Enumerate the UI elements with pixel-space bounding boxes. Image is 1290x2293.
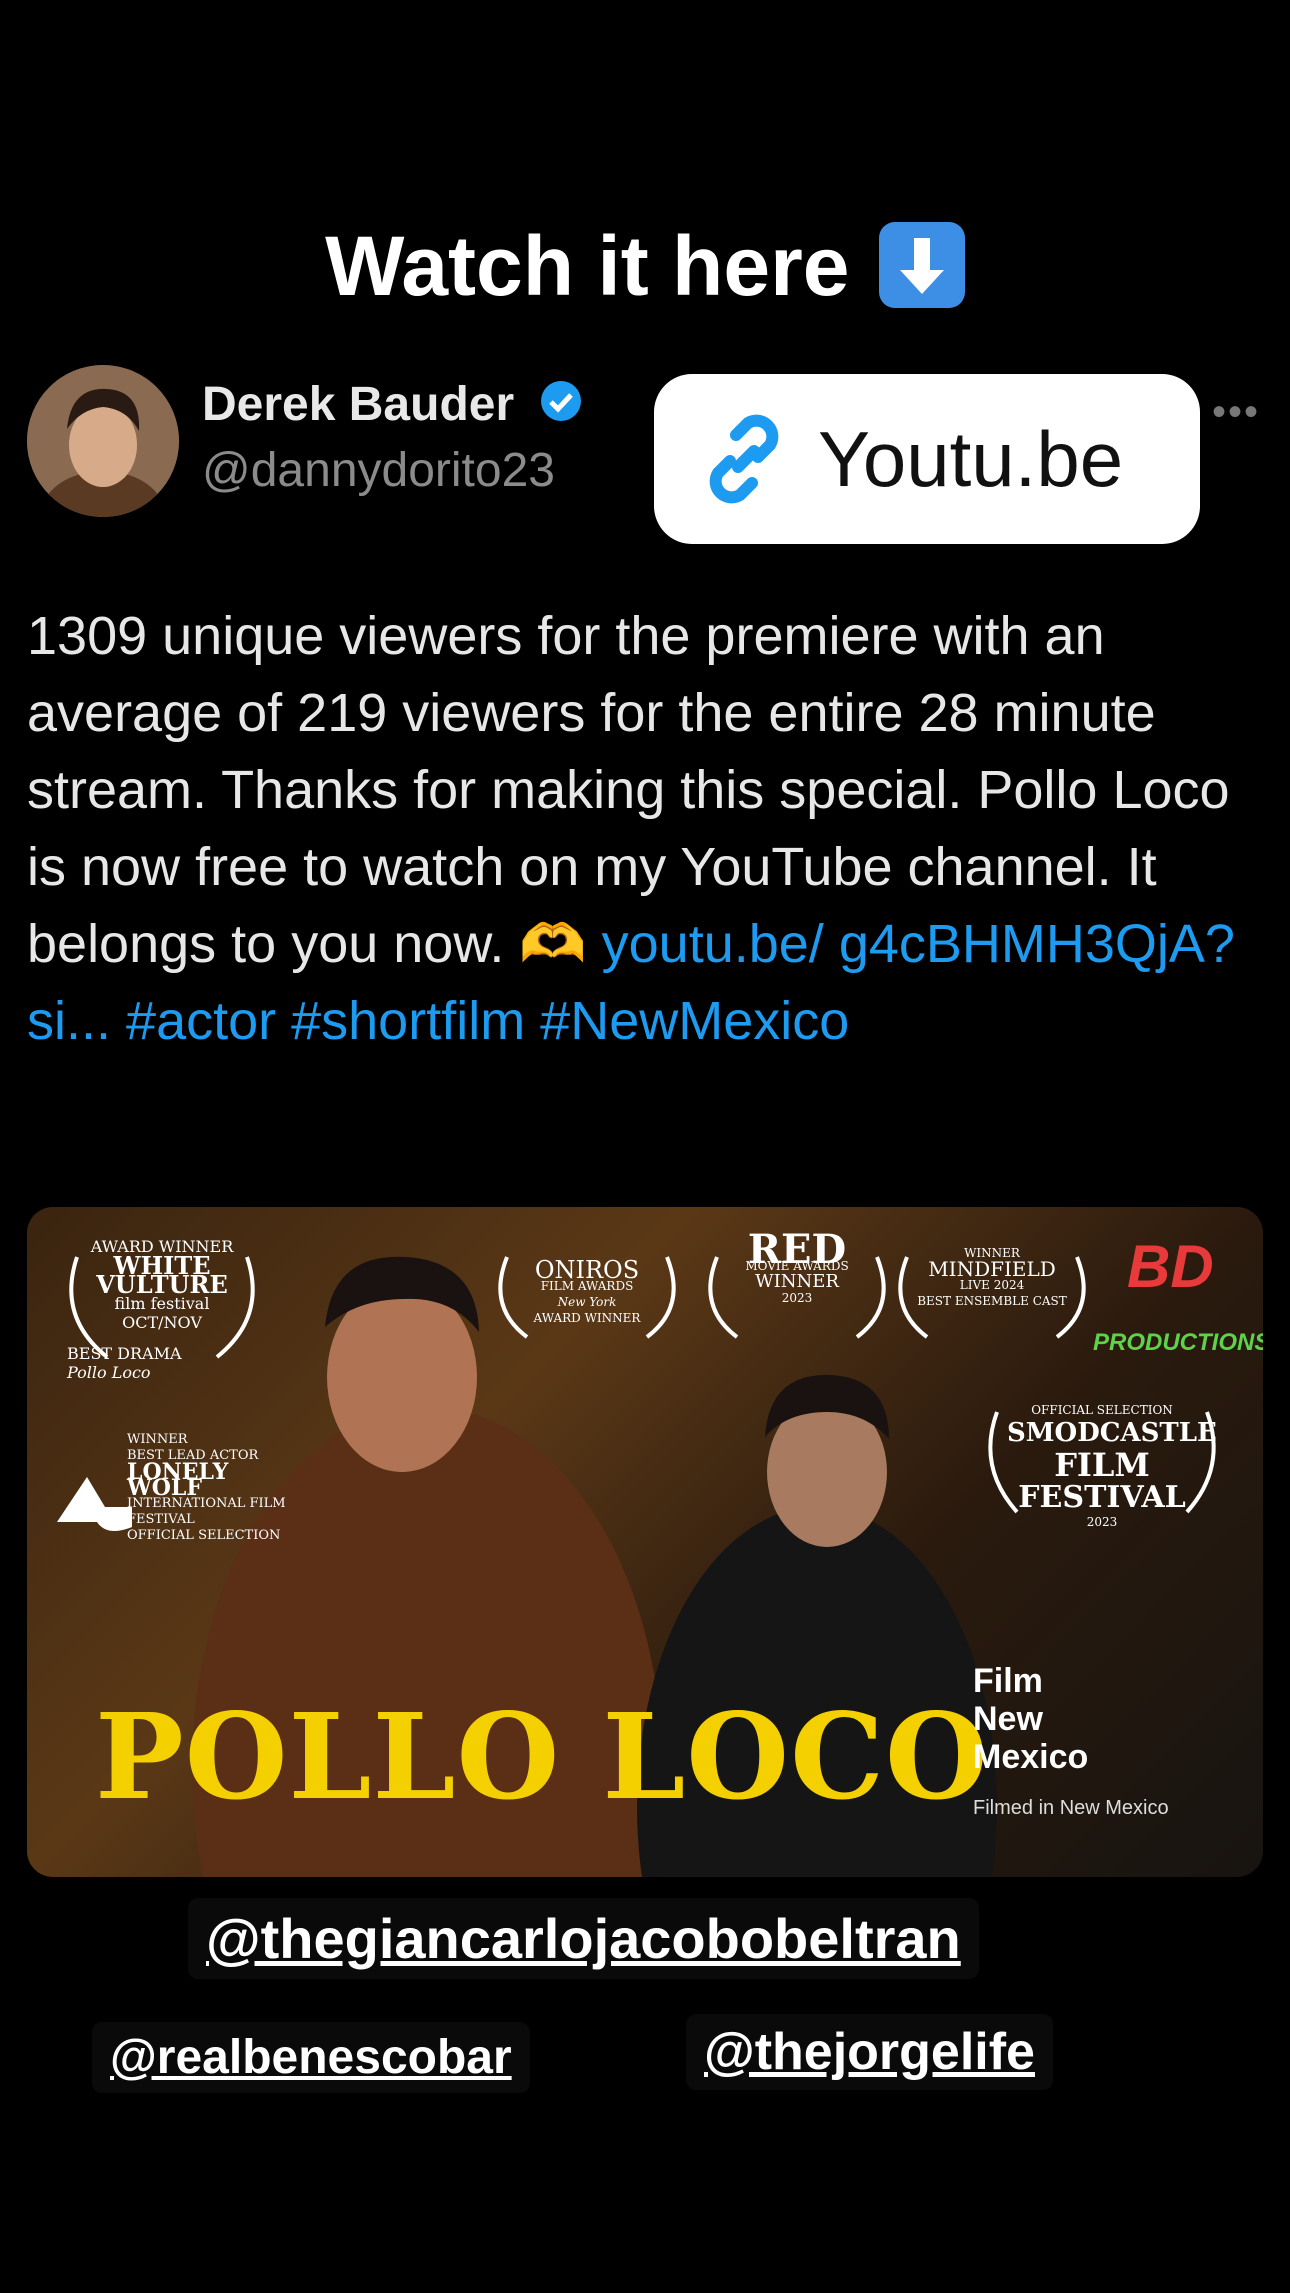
- poster-title: POLLO LOCO: [95, 1687, 989, 1826]
- arrow-down-icon: [878, 221, 965, 308]
- mindfield-award: WINNER MINDFIELD LIVE 2024 BEST ENSEMBLE…: [917, 1246, 1067, 1308]
- more-options-icon[interactable]: •••: [1212, 390, 1260, 435]
- smodcastle-award: OFFICIAL SELECTION SMODCASTLE FILM FESTI…: [1007, 1403, 1217, 1529]
- film-poster[interactable]: AWARD WINNER WHITE VULTURE film festival…: [27, 1207, 1263, 1877]
- mention-jorgelife[interactable]: @thejorgelife: [686, 2014, 1053, 2090]
- film-new-mexico-logo: Film New Mexico: [973, 1662, 1089, 1776]
- lonely-wolf-award: WINNER BEST LEAD ACTOR LONELY WOLF INTER…: [127, 1432, 286, 1543]
- red-movie-award: RED MOVIE AWARDS WINNER 2023: [745, 1226, 849, 1306]
- tweet-hashtags[interactable]: #actor #shortfilm #NewMexico: [126, 991, 849, 1051]
- oniros-award: ONIROS FILM AWARDS New York AWARD WINNER: [533, 1256, 641, 1325]
- tweet-body: 1309 unique viewers for the premiere wit…: [27, 598, 1263, 1060]
- verified-badge-icon: [539, 379, 583, 423]
- link-sticker-label: Youtu.be: [818, 414, 1124, 503]
- heart-hands-icon: 🫶: [519, 914, 587, 974]
- avatar[interactable]: [27, 365, 179, 517]
- link-sticker[interactable]: Youtu.be: [654, 374, 1200, 544]
- productions-label: PRODUCTIONS: [1093, 1329, 1263, 1356]
- story-headline: Watch it here: [0, 218, 1290, 316]
- white-vulture-award: AWARD WINNER WHITE VULTURE film festival…: [67, 1237, 234, 1382]
- author-name[interactable]: Derek Bauder: [202, 377, 583, 432]
- mention-giancarlo[interactable]: @thegiancarlojacobobeltran: [188, 1898, 979, 1979]
- author-name-text: Derek Bauder: [202, 378, 515, 431]
- bd-productions-logo: BD: [1127, 1233, 1214, 1300]
- author-handle[interactable]: @dannydorito23: [202, 443, 555, 498]
- mention-benescobar[interactable]: @realbenescobar: [92, 2022, 530, 2093]
- filmed-in-nm-text: Filmed in New Mexico: [973, 1797, 1169, 1819]
- link-icon: [709, 414, 779, 504]
- headline-text: Watch it here: [325, 219, 850, 313]
